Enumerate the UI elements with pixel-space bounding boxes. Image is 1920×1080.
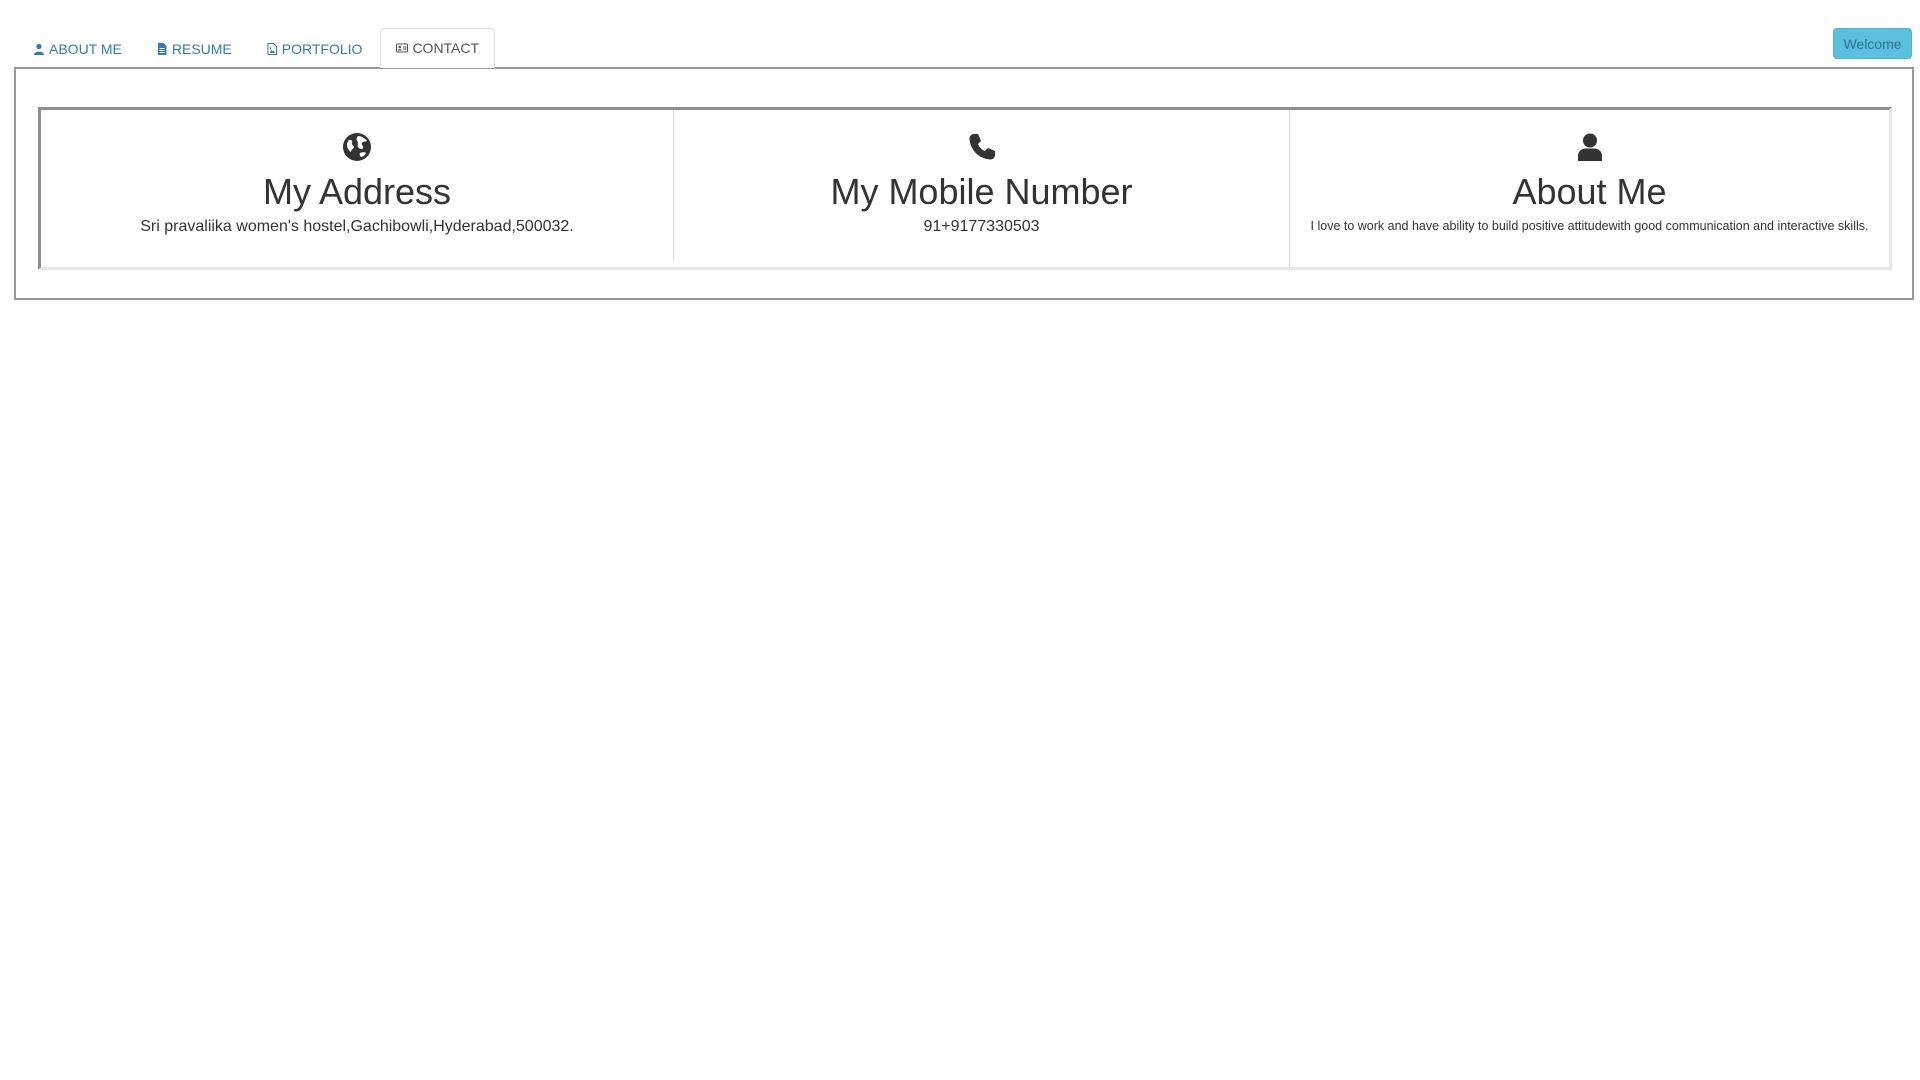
phone-icon <box>967 132 997 162</box>
tab-label: CONTACT <box>412 40 480 56</box>
tab-resume[interactable]: RESUME <box>140 29 248 67</box>
address-text: Sri pravaliika women's hostel,Gachibowli… <box>140 218 574 235</box>
user-icon <box>1575 132 1605 162</box>
tab-portfolio[interactable]: PORTFOLIO <box>250 29 379 67</box>
tab-label: RESUME <box>171 40 232 57</box>
tab-label: ABOUT ME <box>49 40 122 57</box>
mobile-title: My Mobile Number <box>830 171 1133 212</box>
mobile-card: My Mobile Number 91+9177330503 <box>674 110 1290 267</box>
contact-panel: My Address Sri pravaliika women's hostel… <box>14 67 1914 300</box>
file-icon <box>156 42 168 55</box>
globe-icon <box>342 132 372 162</box>
about-title: About Me <box>1512 171 1667 212</box>
id-card-icon <box>396 42 409 54</box>
tab-contact[interactable]: CONTACT <box>380 28 496 68</box>
welcome-button[interactable]: Welcome <box>1833 28 1912 59</box>
tab-label: PORTFOLIO <box>281 40 363 57</box>
contact-cards: My Address Sri pravaliika women's hostel… <box>38 107 1892 270</box>
tab-about-me[interactable]: ABOUT ME <box>17 29 138 67</box>
nav-tabs: ABOUT ME RESUME PORTFOLIO CONTACT <box>17 28 497 68</box>
about-card: About Me I love to work and have ability… <box>1290 110 1889 267</box>
address-card: My Address Sri pravaliika women's hostel… <box>41 110 674 260</box>
mobile-text: 91+9177330503 <box>923 218 1040 235</box>
image-file-icon <box>266 42 278 55</box>
about-text: I love to work and have ability to build… <box>1310 219 1869 233</box>
user-icon <box>33 43 45 55</box>
address-title: My Address <box>262 171 452 212</box>
